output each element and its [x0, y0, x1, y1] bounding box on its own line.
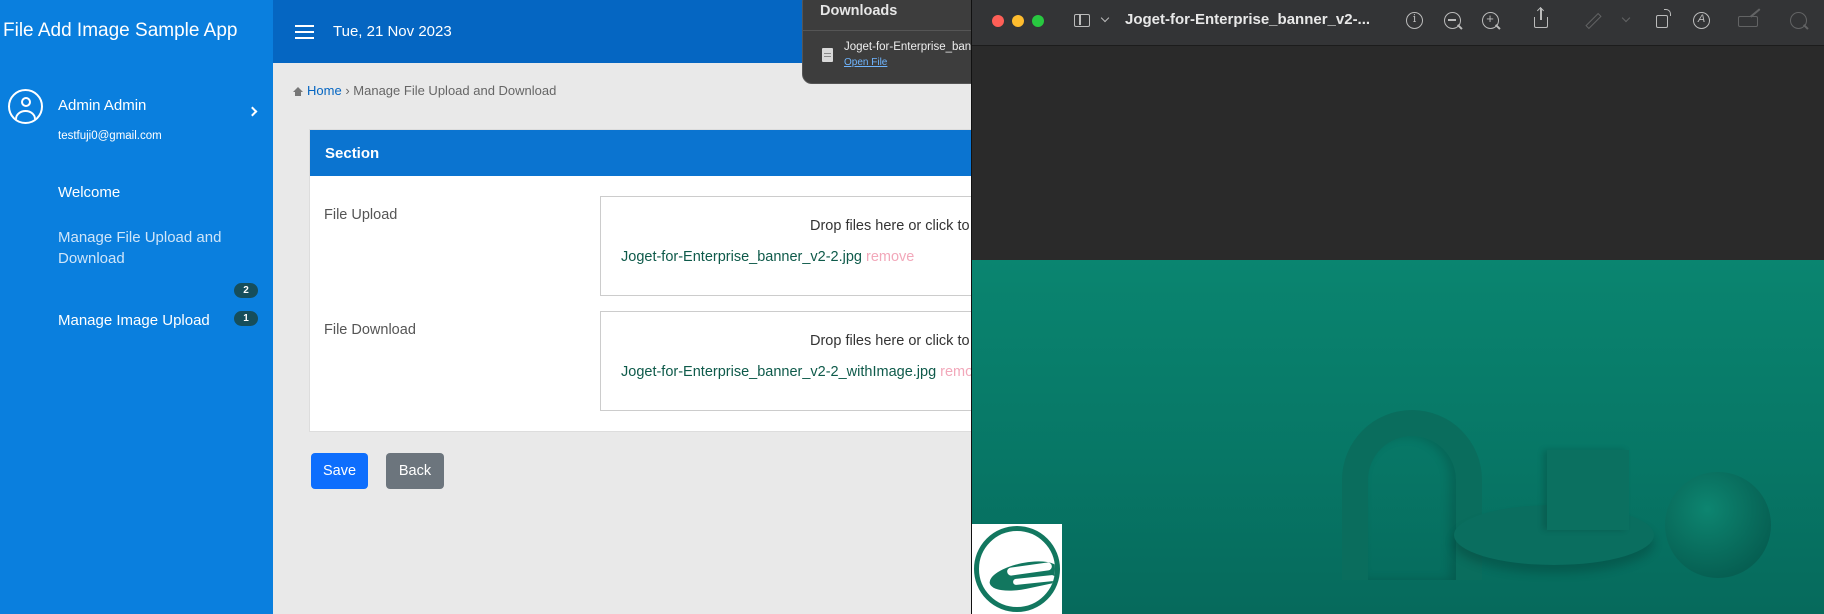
- avatar-icon[interactable]: [8, 89, 43, 124]
- image-sphere-shape: [1665, 472, 1771, 578]
- sidebar-badge-file-upload: 2: [234, 283, 258, 298]
- app-title[interactable]: File Add Image Sample App: [3, 20, 237, 42]
- sidebar-item-manage-file-upload[interactable]: Manage File Upload and Download: [58, 227, 248, 269]
- sidebar-item-manage-image-upload[interactable]: Manage Image Upload: [58, 310, 210, 331]
- file-upload-dropzone[interactable]: Drop files here or click to upload Joget…: [600, 196, 1020, 296]
- form-section: Section File Upload Drop files here or c…: [309, 129, 1020, 432]
- sidebar-badge-image-upload: 1: [234, 311, 258, 326]
- search-icon[interactable]: [1790, 12, 1807, 29]
- preview-toolbar: Joget-for-Enterprise_banner_v2-...: [972, 0, 1824, 46]
- preview-window: Joget-for-Enterprise_banner_v2-...: [971, 0, 1824, 614]
- zoom-in-icon[interactable]: [1482, 11, 1499, 29]
- image-box-shape: [1547, 450, 1629, 530]
- close-window-button[interactable]: [992, 15, 1004, 27]
- chevron-right-icon[interactable]: [247, 106, 258, 117]
- chevron-down-icon[interactable]: [1100, 13, 1110, 23]
- file-upload-label: File Upload: [324, 207, 398, 223]
- breadcrumb-separator: ›: [345, 83, 350, 98]
- zoom-window-button[interactable]: [1032, 15, 1044, 27]
- downloads-title: Downloads: [820, 3, 898, 19]
- joget-logo-icon: [972, 524, 1062, 614]
- home-icon: [293, 87, 303, 96]
- file-upload-file-link[interactable]: Joget-for-Enterprise_banner_v2-2.jpg: [621, 249, 862, 265]
- breadcrumb-current: Manage File Upload and Download: [353, 83, 557, 98]
- save-button[interactable]: Save: [311, 453, 368, 489]
- download-file-name[interactable]: Joget-for-Enterprise_banner_v2-2_withIma…: [844, 41, 981, 53]
- share-icon[interactable]: [1534, 8, 1548, 28]
- markup-icon[interactable]: [1693, 12, 1710, 29]
- banner-image: [972, 260, 1824, 614]
- file-download-dropzone[interactable]: Drop files here or click to upload Joget…: [600, 311, 1020, 411]
- info-icon[interactable]: [1406, 12, 1423, 29]
- highlight-pen-icon[interactable]: [1584, 12, 1601, 29]
- file-download-label: File Download: [324, 322, 416, 338]
- file-download-file-link[interactable]: Joget-for-Enterprise_banner_v2-2_withIma…: [621, 364, 936, 380]
- document-icon: [822, 48, 833, 62]
- image-arch-shape: [1342, 410, 1482, 580]
- breadcrumb: Home › Manage File Upload and Download: [293, 83, 556, 98]
- top-bar: Tue, 21 Nov 2023: [273, 0, 803, 63]
- current-date: Tue, 21 Nov 2023: [333, 23, 452, 40]
- sidebar-item-welcome[interactable]: Welcome: [58, 182, 120, 203]
- rotate-icon[interactable]: [1656, 9, 1671, 28]
- preview-title: Joget-for-Enterprise_banner_v2-...: [1125, 11, 1371, 28]
- section-title: Section: [310, 130, 1008, 176]
- downloads-divider: [803, 30, 981, 31]
- open-file-link[interactable]: Open File: [844, 57, 887, 68]
- downloads-popover: Downloads Joget-for-Enterprise_banner_v2…: [802, 0, 982, 84]
- signature-icon[interactable]: [1738, 16, 1758, 27]
- file-upload-remove-link[interactable]: remove: [866, 249, 914, 265]
- menu-icon[interactable]: [295, 25, 314, 39]
- sidebar: File Add Image Sample App Admin Admin te…: [0, 0, 273, 614]
- zoom-out-icon[interactable]: [1444, 12, 1461, 29]
- minimize-window-button[interactable]: [1012, 15, 1024, 27]
- user-email: testfuji0@gmail.com: [58, 130, 162, 142]
- user-name[interactable]: Admin Admin: [58, 97, 146, 114]
- back-button[interactable]: Back: [386, 453, 444, 489]
- breadcrumb-home[interactable]: Home: [307, 83, 342, 98]
- sidebar-toggle-icon[interactable]: [1074, 14, 1090, 27]
- highlight-chevron-icon[interactable]: [1621, 13, 1631, 23]
